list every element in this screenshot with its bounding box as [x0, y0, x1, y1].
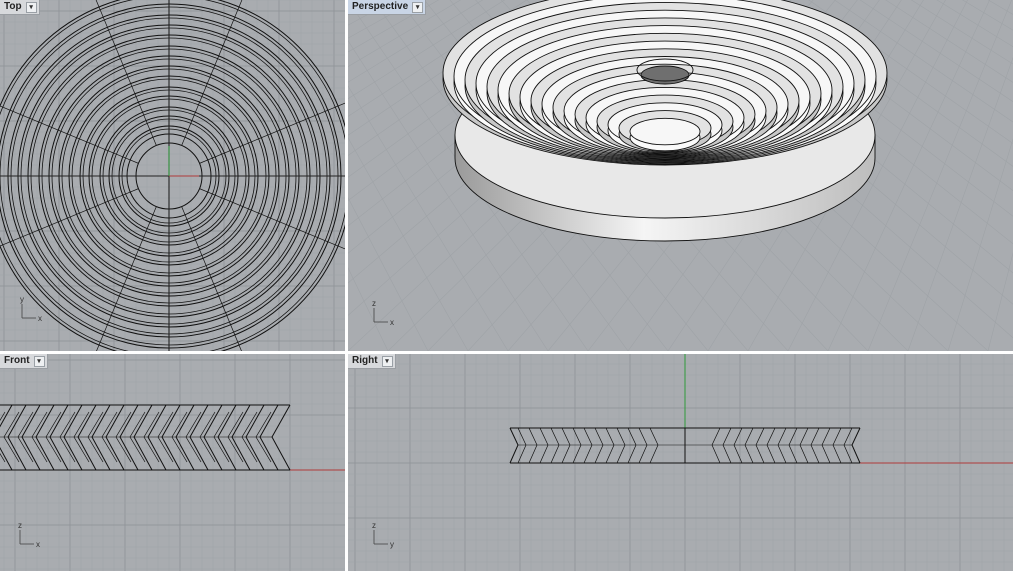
right-view-canvas[interactable]: zy: [348, 354, 1013, 571]
profile-chevron: [594, 427, 604, 464]
grid-line: [348, 0, 368, 351]
perspective-view-canvas[interactable]: zx: [348, 0, 1013, 351]
dish-model: [442, 0, 888, 242]
profile-chevron: [744, 427, 754, 464]
profile-chevron: [583, 427, 593, 464]
front-view-canvas[interactable]: zx: [0, 354, 345, 571]
profile-chevron: [539, 427, 549, 464]
grid-line: [348, 267, 389, 351]
profile-chevron: [605, 427, 615, 464]
profile-chevron: [733, 427, 743, 464]
profile-chevron: [722, 427, 732, 464]
grid-line: [936, 0, 1013, 48]
grid-line: [348, 197, 429, 351]
viewport-label-right: Right: [352, 355, 378, 366]
chevron-down-icon[interactable]: ▾: [25, 1, 37, 13]
axis-label: x: [36, 540, 40, 549]
axis-label: y: [20, 295, 24, 304]
profile-chevron: [711, 427, 721, 464]
profile-chevron: [788, 427, 798, 464]
viewport-top[interactable]: yx Top ▾: [0, 0, 345, 351]
chevron-down-icon[interactable]: ▾: [412, 1, 424, 13]
viewport-tab-perspective[interactable]: Perspective ▾: [348, 0, 427, 15]
axis-gizmo-icon: zy: [372, 521, 394, 549]
profile-chevron: [616, 427, 626, 464]
grid-line: [987, 0, 1013, 15]
profile-line: [851, 427, 861, 464]
grid-line: [348, 0, 351, 2]
grid-line: [987, 252, 1013, 351]
axis-label: x: [38, 314, 42, 323]
profile-chevron: [517, 427, 527, 464]
viewport-perspective[interactable]: zx Perspective ▾: [348, 0, 1013, 351]
viewport-right[interactable]: zy Right ▾: [348, 354, 1013, 571]
profile-chevron: [766, 427, 776, 464]
profile-chevron: [528, 427, 538, 464]
profile-chevron: [627, 427, 637, 464]
viewport-tab-right[interactable]: Right ▾: [348, 354, 396, 369]
grid: [0, 354, 345, 571]
axis-label: z: [18, 521, 22, 530]
viewport-label-front: Front: [4, 355, 30, 366]
profile-chevron: [821, 427, 831, 464]
viewport-label-perspective: Perspective: [352, 1, 409, 12]
profile-chevron: [777, 427, 787, 464]
profile-chevron: [561, 427, 571, 464]
profile-chevron: [843, 427, 853, 464]
terrace-surface: [629, 117, 701, 146]
profile-chevron: [572, 427, 582, 464]
profile-curves: [509, 427, 861, 464]
top-view-canvas[interactable]: yx: [0, 0, 345, 351]
viewport-tab-front[interactable]: Front ▾: [0, 354, 48, 369]
profile-chevron: [832, 427, 842, 464]
grid-line: [907, 56, 1013, 351]
profile-chevron: [810, 427, 820, 464]
viewport-tab-top[interactable]: Top ▾: [0, 0, 40, 15]
axis-gizmo-icon: zx: [372, 299, 394, 327]
axis-label: y: [390, 540, 394, 549]
grid-line: [944, 0, 1013, 351]
chevron-down-icon[interactable]: ▾: [33, 355, 45, 367]
grid-line: [348, 0, 408, 351]
axis-label: z: [372, 299, 376, 308]
profile-chevron: [799, 427, 809, 464]
profile-chevron: [649, 427, 659, 464]
chevron-down-icon[interactable]: ▾: [381, 355, 393, 367]
axis-label: z: [372, 521, 376, 530]
grid-line: [947, 138, 1013, 351]
grid-line: [348, 0, 388, 351]
viewport-front[interactable]: zx Front ▾: [0, 354, 345, 571]
profile-chevron: [550, 427, 560, 464]
axis-label: x: [390, 318, 394, 327]
viewport-label-top: Top: [4, 1, 22, 12]
profile-chevron: [755, 427, 765, 464]
profile-line: [509, 427, 519, 464]
profile-chevron: [638, 427, 648, 464]
